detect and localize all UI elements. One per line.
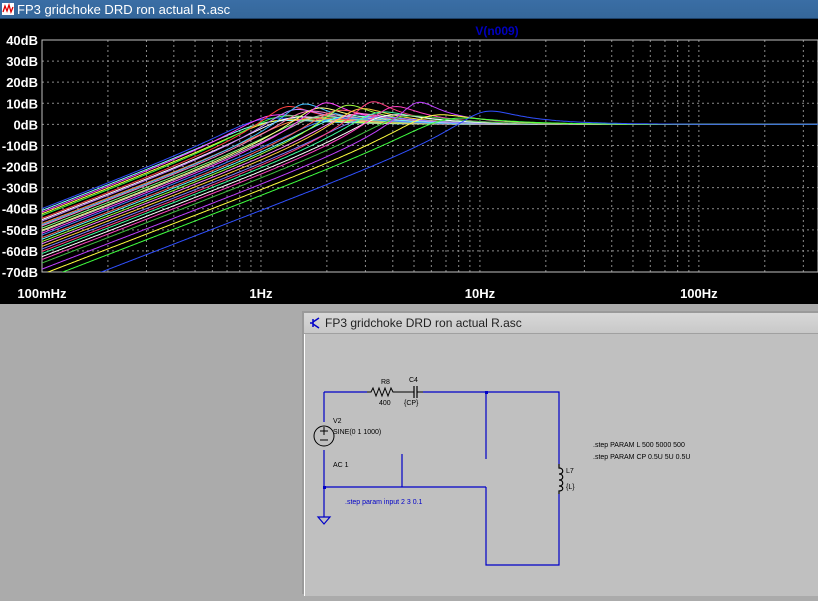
- trace-17: [42, 115, 818, 240]
- trace-lines: [42, 101, 818, 272]
- axis-tick-labels: 40dB 30dB 20dB 10dB 0dB -10dB -20dB -30dB -40dB -…: [2, 33, 718, 301]
- wires: [323, 391, 560, 566]
- resistor-r8[interactable]: R8 400: [367, 379, 409, 407]
- y-tick-label: -50dB: [2, 223, 38, 238]
- waveform-icon: [2, 3, 14, 15]
- y-tick-label: 40dB: [6, 33, 38, 48]
- plot-frame: [41, 39, 818, 273]
- trace-13: [42, 114, 818, 232]
- schematic-window[interactable]: FP3 gridchoke DRD ron actual R.asc R8 40…: [302, 311, 818, 596]
- y-tick-label: 30dB: [6, 54, 38, 69]
- v2-name: V2: [333, 418, 342, 425]
- l7-name: L7: [566, 468, 574, 475]
- bode-plot[interactable]: 40dB 30dB 20dB 10dB 0dB -10dB -20dB -30dB -40dB -…: [0, 19, 818, 304]
- wire-top-right: [423, 391, 560, 464]
- l7-value: {L}: [566, 484, 575, 491]
- step-l-directive[interactable]: .step PARAM L 500 5000 500: [593, 442, 685, 449]
- schematic-window-title: FP3 gridchoke DRD ron actual R.asc: [325, 316, 522, 330]
- trace-label[interactable]: V(n009): [475, 24, 518, 38]
- r8-value: 400: [379, 400, 391, 407]
- x-tick-label: 10Hz: [465, 286, 496, 301]
- y-tick-label: 20dB: [6, 75, 38, 90]
- trace-20: [42, 108, 818, 247]
- c4-value: {CP}: [404, 400, 419, 407]
- x-tick-label: 100Hz: [680, 286, 718, 301]
- trace-2: [42, 114, 818, 213]
- x-tick-label: 100mHz: [17, 286, 67, 301]
- x-tick-label: 1Hz: [249, 286, 273, 301]
- schematic-titlebar[interactable]: FP3 gridchoke DRD ron actual R.asc: [304, 313, 818, 334]
- inductor-l7[interactable]: L7 {L}: [558, 464, 575, 494]
- y-tick-label: -60dB: [2, 244, 38, 259]
- y-tick-label: -10dB: [2, 138, 38, 153]
- trace-15: [42, 117, 818, 236]
- ground-symbol[interactable]: [316, 516, 332, 525]
- v2-value: SINE(0 1 1000): [333, 429, 381, 436]
- y-tick-label: -40dB: [2, 202, 38, 217]
- y-tick-label: -70dB: [2, 265, 38, 280]
- plot-grid: [41, 39, 818, 273]
- trace-8: [42, 117, 818, 224]
- y-tick-label: 0dB: [13, 117, 38, 132]
- trace-0: [42, 117, 818, 210]
- wire-bottom-right: [485, 487, 560, 566]
- waveform-window-title: FP3 gridchoke DRD ron actual R.asc: [17, 1, 231, 17]
- y-tick-label: 10dB: [6, 96, 38, 111]
- step-cp-directive[interactable]: .step PARAM CP 0.5U 5U 0.5U: [593, 454, 690, 461]
- schematic-icon: [310, 317, 320, 329]
- waveform-titlebar[interactable]: FP3 gridchoke DRD ron actual R.asc: [0, 0, 818, 19]
- schematic-canvas[interactable]: R8 400 C4 {CP} V2 SINE(0 1 1000) AC 1 L7…: [304, 334, 818, 596]
- v2-ac: AC 1: [333, 462, 349, 469]
- y-tick-label: -20dB: [2, 160, 38, 175]
- waveform-window[interactable]: FP3 gridchoke DRD ron actual R.asc 40dB 3…: [0, 0, 818, 304]
- c4-name: C4: [409, 377, 418, 384]
- schematic-drawing[interactable]: R8 400 C4 {CP} V2 SINE(0 1 1000) AC 1 L7…: [305, 334, 818, 596]
- trace-18: [42, 104, 818, 242]
- r8-name: R8: [381, 379, 390, 386]
- y-tick-label: -30dB: [2, 181, 38, 196]
- step-input-directive[interactable]: .step param input 2 3 0.1: [345, 499, 423, 506]
- plot-pane[interactable]: 40dB 30dB 20dB 10dB 0dB -10dB -20dB -30dB -40dB -…: [0, 19, 818, 304]
